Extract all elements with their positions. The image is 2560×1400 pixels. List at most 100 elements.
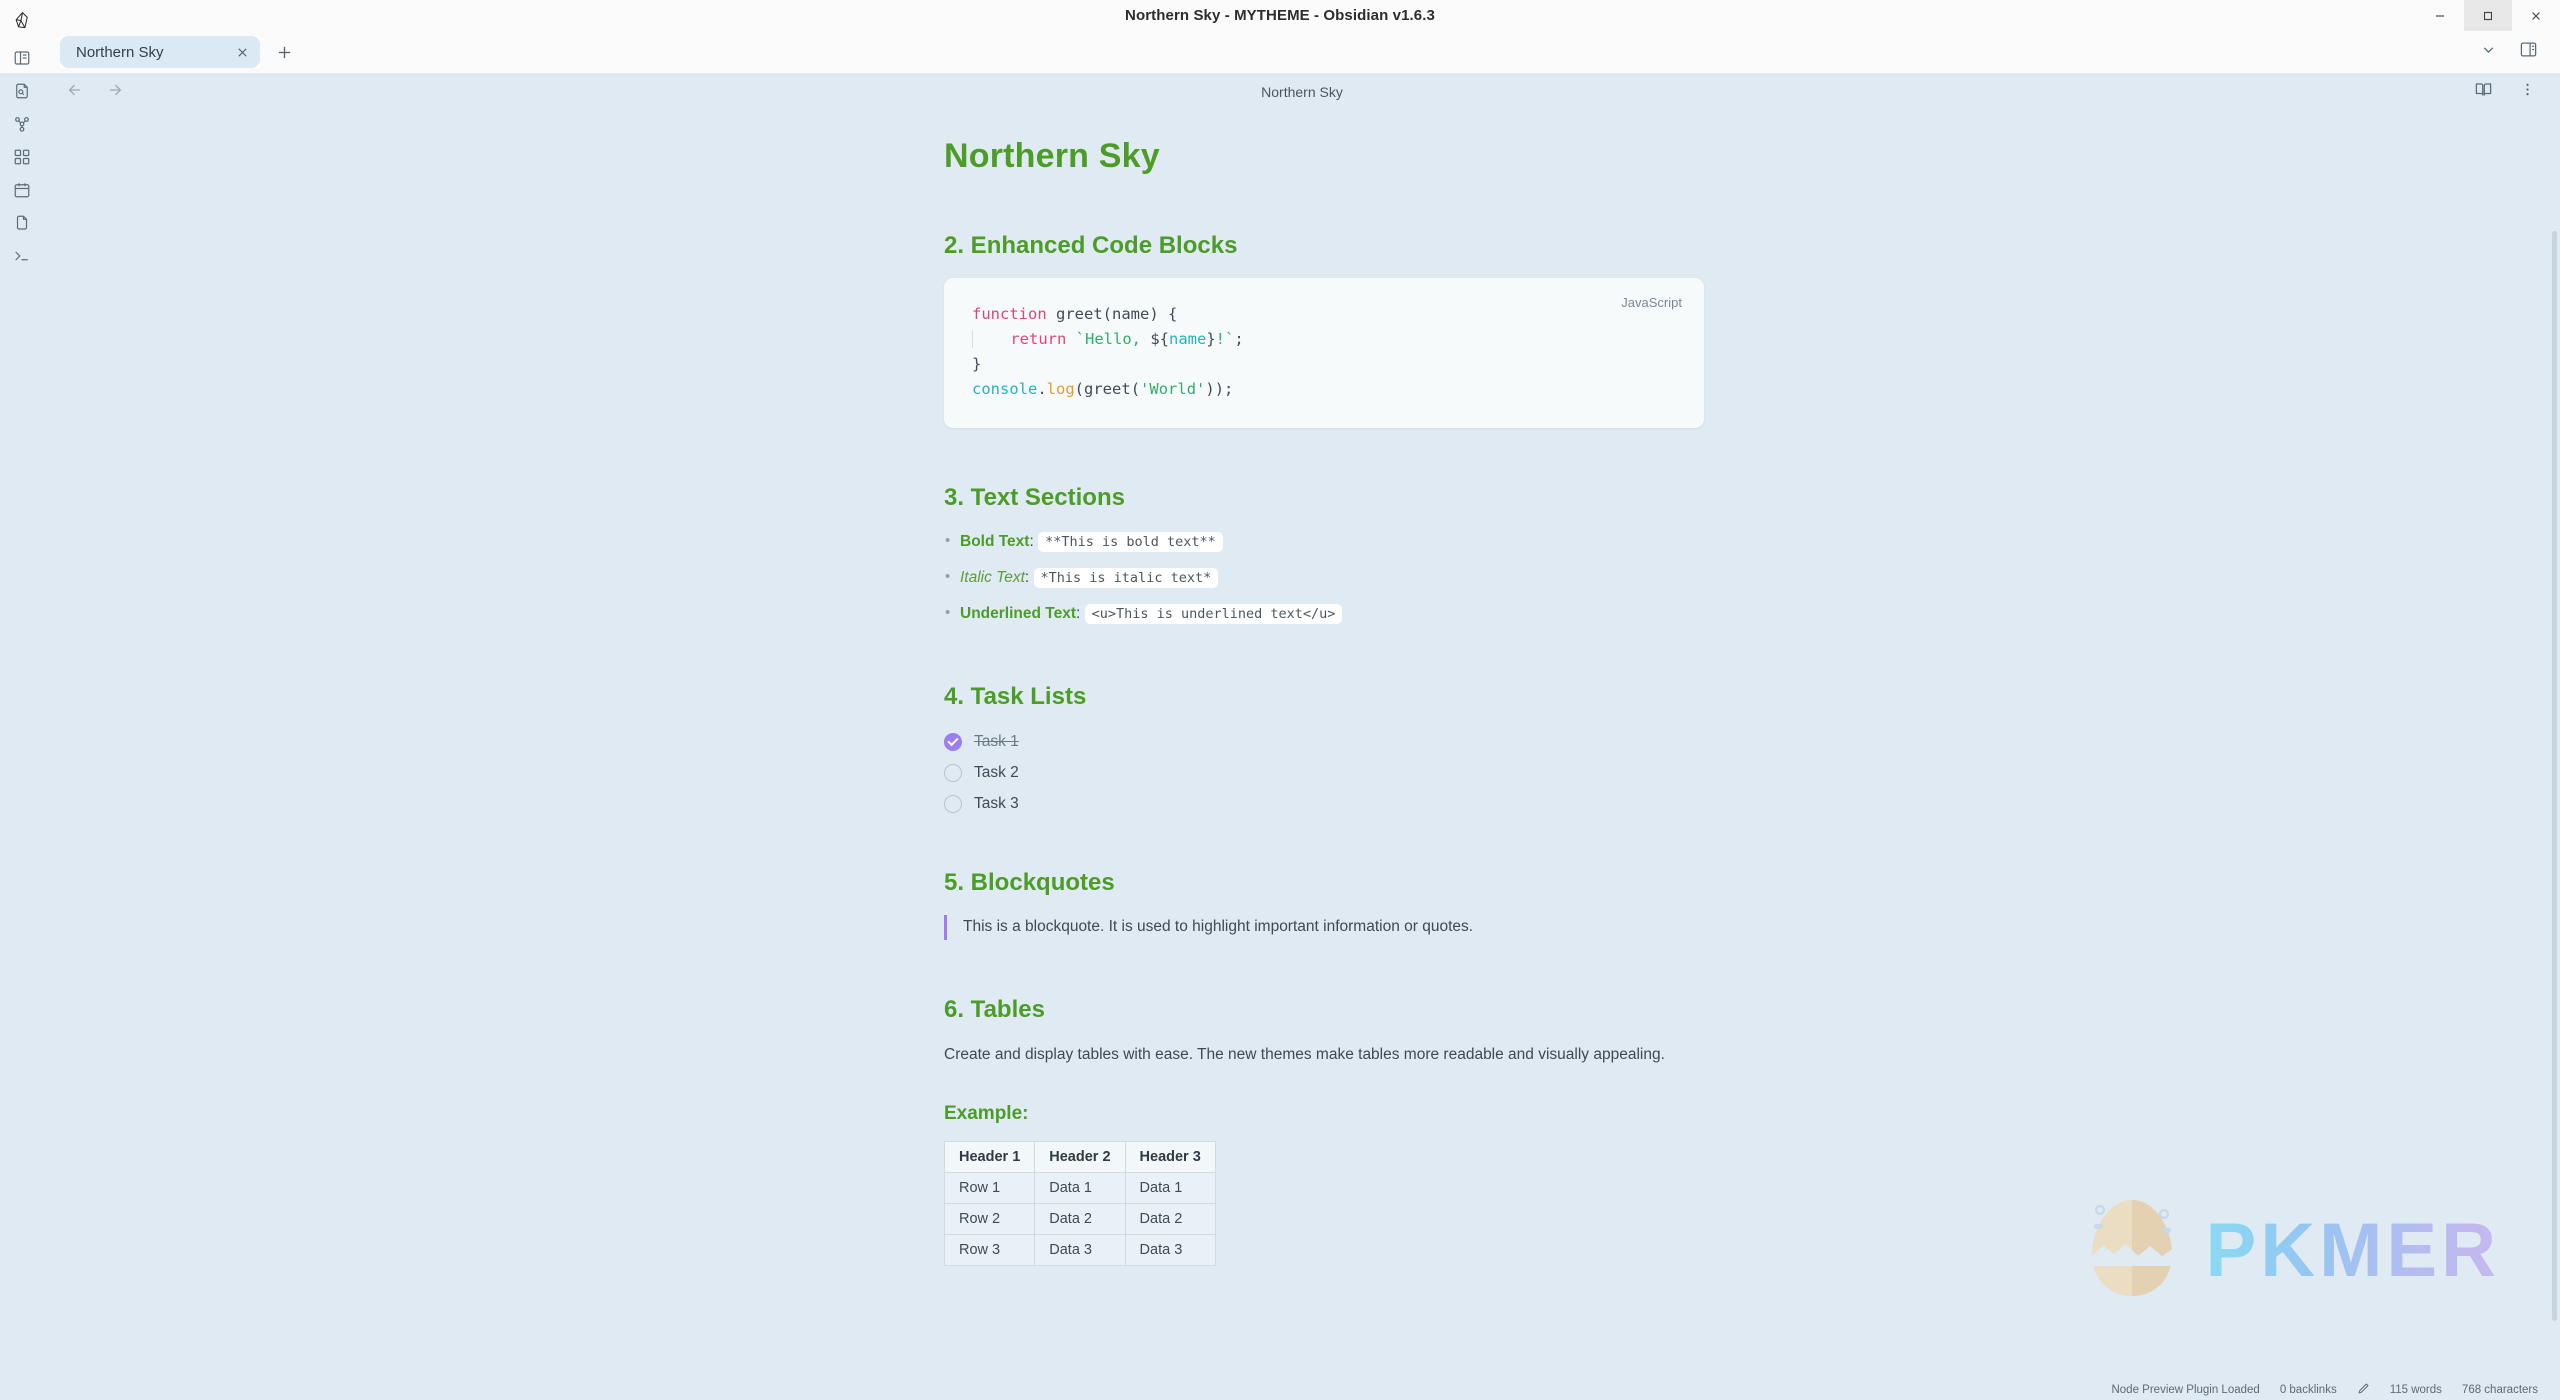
left-ribbon [0,0,44,1400]
tab-label: Northern Sky [76,43,164,61]
sidebar-icon[interactable] [0,42,44,74]
blockquote: This is a blockquote. It is used to high… [944,914,1704,940]
task-list: Task 1 Task 2 Task 3 [944,732,1704,813]
code-token: log [1046,380,1075,399]
heading-tables: 6. Tables [944,995,1045,1023]
maximize-button[interactable] [2464,0,2512,31]
code-line: function greet(name) { [972,302,1676,327]
code-line: console.log(greet('World')); [972,377,1676,402]
heading-example: Example: [944,1102,1029,1124]
list-item-separator: : [1075,605,1085,623]
checkbox-unchecked[interactable] [944,794,962,813]
text-sections-list: Bold Text: **This is bold text** Italic T… [944,529,1704,626]
window-title: Northern Sky - MYTHEME - Obsidian v1.6.3 [1125,7,1435,24]
list-item-label: Underlined Text [960,605,1076,623]
code-token: } [1206,330,1216,349]
window-titlebar: Northern Sky - MYTHEME - Obsidian v1.6.3 [0,0,2560,31]
terminal-icon[interactable] [0,240,44,272]
close-icon[interactable] [235,45,250,60]
list-item: Bold Text: **This is bold text** [944,529,1704,555]
window-controls [2416,0,2560,31]
pkmer-watermark: PKMER [2084,1194,2500,1307]
table-cell: Data 3 [1124,1233,1216,1266]
plus-icon[interactable] [276,44,293,61]
code-token: !` [1215,330,1235,349]
code-language-label: JavaScript [1621,295,1682,310]
editor-pane[interactable]: Northern Sky 2. Enhanced Code Blocks Jav… [44,111,2560,1379]
grid-icon[interactable] [0,141,44,173]
table-cell: Data 2 [1124,1202,1216,1235]
plugin-status: Node Preview Plugin Loaded [2111,1383,2260,1396]
code-token: console [972,380,1038,399]
code-token: 'World' [1140,380,1206,399]
table-header-cell: Header 2 [1034,1140,1126,1173]
files-icon[interactable] [0,207,44,239]
code-token: greet [1084,380,1131,399]
task-label: Task 3 [974,794,1019,812]
table-body: Row 1 Data 1 Data 1 Row 2 Data 2 Data 2 Row 3D… [943,1171,1216,1266]
inline-code: <u>This is underlined text</u> [1084,604,1343,625]
checkbox-unchecked[interactable] [944,763,962,782]
code-token: greet [1056,305,1103,323]
heading-blockquotes: 5. Blockquotes [944,868,1115,896]
tab-northern-sky[interactable]: Northern Sky [60,36,260,68]
pkmer-logo-text: PKMER [2205,1208,2500,1293]
list-item-label: Italic Text [960,569,1025,587]
editor-scrollbar[interactable] [2552,231,2557,1321]
list-item-label: Bold Text [960,533,1030,551]
code-token: ( [1074,380,1085,399]
code-token: function [972,305,1047,323]
tables-paragraph: Create and display tables with ease. The… [944,1045,1665,1063]
code-token: (name) { [1102,305,1178,323]
close-button[interactable] [2512,0,2560,31]
inline-code: **This is bold text** [1038,532,1223,553]
calendar-icon[interactable] [0,174,44,206]
code-token: ${ [1150,330,1169,349]
table-cell: Data 1 [1124,1171,1216,1204]
code-block[interactable]: JavaScript function greet(name) { return… [944,278,1704,429]
right-sidebar-icon[interactable] [2519,40,2538,64]
code-line: return `Hello, ${name}!`; [972,327,1676,352]
backlinks-count[interactable]: 0 backlinks [2280,1384,2337,1396]
table-header-cell: Header 1 [943,1140,1036,1173]
table-header-cell: Header 3 [1124,1140,1216,1173]
heading-code-blocks: 2. Enhanced Code Blocks [944,232,1238,259]
checkbox-checked[interactable] [944,732,962,751]
page-title: Northern Sky [944,137,1160,175]
code-token: ( [1130,380,1141,399]
book-open-icon[interactable] [2474,80,2493,104]
graph-icon[interactable] [0,108,44,140]
code-token: ; [1234,330,1244,349]
view-header-actions [2474,80,2560,104]
file-search-icon[interactable] [0,75,44,107]
chevron-down-icon[interactable] [2480,41,2497,63]
code-token: . [1037,380,1047,399]
table-cell: Row 3 [943,1233,1036,1266]
markdown-table: Header 1 Header 2 Header 3 Row 1 Data 1 Data… [943,1140,1216,1266]
more-vertical-icon[interactable] [2519,81,2536,103]
status-bar: Node Preview Plugin Loaded 0 backlinks 1… [44,1379,2560,1400]
list-item-separator: : [1029,533,1039,551]
table-header-row: Header 1 Header 2 Header 3 [943,1140,1216,1173]
pencil-icon[interactable] [2357,1382,2370,1398]
code-token: } [972,355,982,374]
task-label: Task 2 [974,763,1019,781]
word-count: 115 words [2389,1383,2442,1396]
tabbar-right-controls [2480,40,2560,64]
minimize-button[interactable] [2416,0,2464,31]
code-lines: function greet(name) { return `Hello, ${… [972,302,1676,402]
character-count: 768 characters [2461,1383,2538,1396]
table-row: Row 3 Data 3 Data 3 [943,1233,1216,1266]
ribbon-lower-background [0,73,44,1400]
view-header: Northern Sky [44,73,2560,111]
table-cell: Row 1 [943,1171,1036,1204]
task-item: Task 3 [944,794,1704,813]
code-token: return [1010,330,1067,349]
list-item-separator: : [1024,569,1034,587]
tab-bar: Northern Sky [44,31,2560,73]
task-item: Task 2 [944,763,1704,782]
code-token: name [1169,330,1207,349]
